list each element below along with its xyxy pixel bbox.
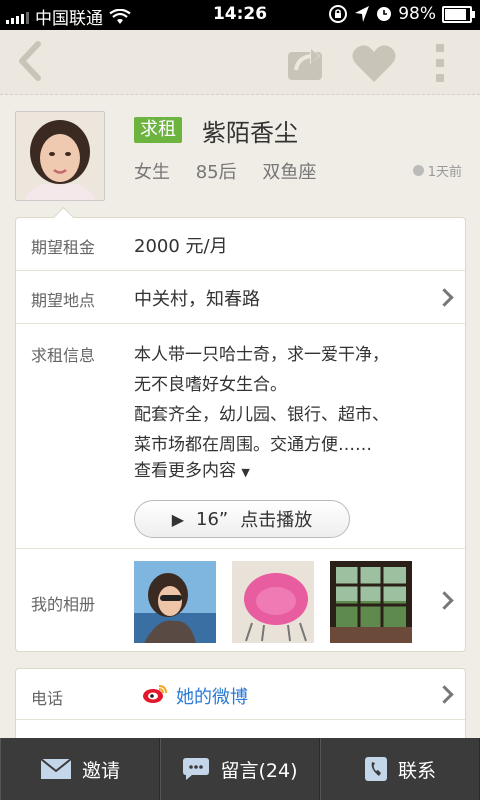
invite-label: 邀请 [81,759,120,782]
chevron-right-icon [435,685,454,704]
bottom-action-bar: 邀请 留言(24) 联系 [0,738,480,800]
rent-seeking-tag: 求租 [134,117,182,143]
avatar-image [16,112,104,200]
time-ago-label: 1天前 [427,165,462,180]
profile-header: 求租 紫陌香尘 女生 85后 双鱼座 1天前 [0,95,480,215]
location-value: 中关村，知春路 [134,289,260,310]
weibo-icon [143,685,167,703]
gender-label: 女生 [134,162,170,183]
phone-label: 电话 [31,689,64,708]
more-menu-icon[interactable] [430,40,450,86]
invite-button[interactable]: 邀请 [0,738,160,800]
user-meta: 女生 85后 双鱼座 [134,158,336,184]
contact-button[interactable]: 联系 [320,738,480,800]
info-description: 本人带一只哈士奇，求一爱干净， 无不良嗜好女生合。 配套齐全，幼儿园、银行、超市… [134,340,444,460]
location-label: 期望地点 [31,291,96,310]
zodiac-label: 双鱼座 [262,162,317,183]
share-icon[interactable] [282,40,330,84]
rent-row: 期望租金 2000 元/月 [16,218,465,271]
album-photo-window[interactable] [330,561,412,643]
nav-bar [0,30,480,95]
avatar[interactable] [15,111,105,201]
alarm-icon [377,7,392,21]
album-row[interactable]: 我的相册 [16,549,465,651]
envelope-icon [40,758,72,779]
message-label: 留言(24) [220,759,298,782]
rent-value: 2000 元/月 [134,236,228,257]
album-photo-portrait[interactable] [134,561,216,643]
details-card: 期望租金 2000 元/月 期望地点 中关村，知春路 求租信息 本人带一只哈士奇… [15,217,466,652]
view-more-link[interactable]: 查看更多内容 ▼ [134,456,250,481]
view-more-label: 查看更多内容 [134,461,236,481]
info-line: 配套齐全，幼儿园、银行、超市、 [134,405,389,425]
contact-label: 联系 [397,759,436,782]
info-row: 求租信息 本人带一只哈士奇，求一爱干净， 无不良嗜好女生合。 配套齐全，幼儿园、… [16,324,465,549]
info-label: 求租信息 [31,346,96,365]
info-line: 无不良嗜好女生合。 [134,375,287,395]
chat-bubble-icon [183,758,210,780]
album-label: 我的相册 [31,595,96,614]
favorite-heart-icon[interactable] [350,42,398,84]
weibo-link[interactable]: 她的微博 [176,683,248,709]
message-button[interactable]: 留言(24) [160,738,320,800]
status-right: 98% [328,4,475,24]
audio-play-button[interactable]: ▶ 16” 点击播放 [134,500,350,538]
info-line: 本人带一只哈士奇，求一爱干净， [134,345,389,365]
audio-action-label: 点击播放 [240,510,313,531]
rent-label: 期望租金 [31,238,96,257]
caret-down-icon: ▼ [241,466,250,479]
status-bar: 中国联通 14:26 98% [0,0,480,30]
battery-percent: 98% [398,4,436,24]
chevron-right-icon [435,288,454,307]
rotation-lock-icon [329,5,348,23]
battery-icon [442,5,475,23]
clock-icon [412,165,424,176]
age-group-label: 85后 [195,162,237,183]
play-icon: ▶ [171,509,185,529]
chevron-right-icon [435,591,454,610]
user-name: 紫陌香尘 [202,119,298,147]
location-icon [355,6,370,22]
album-photo-chair[interactable] [232,561,314,643]
post-time: 1天前 [412,161,462,180]
phone-icon [364,757,387,781]
location-row[interactable]: 期望地点 中关村，知春路 [16,271,465,324]
back-icon[interactable] [12,38,52,84]
audio-duration: 16” [196,508,229,530]
phone-row[interactable]: 电话 她的微博 [16,669,465,720]
